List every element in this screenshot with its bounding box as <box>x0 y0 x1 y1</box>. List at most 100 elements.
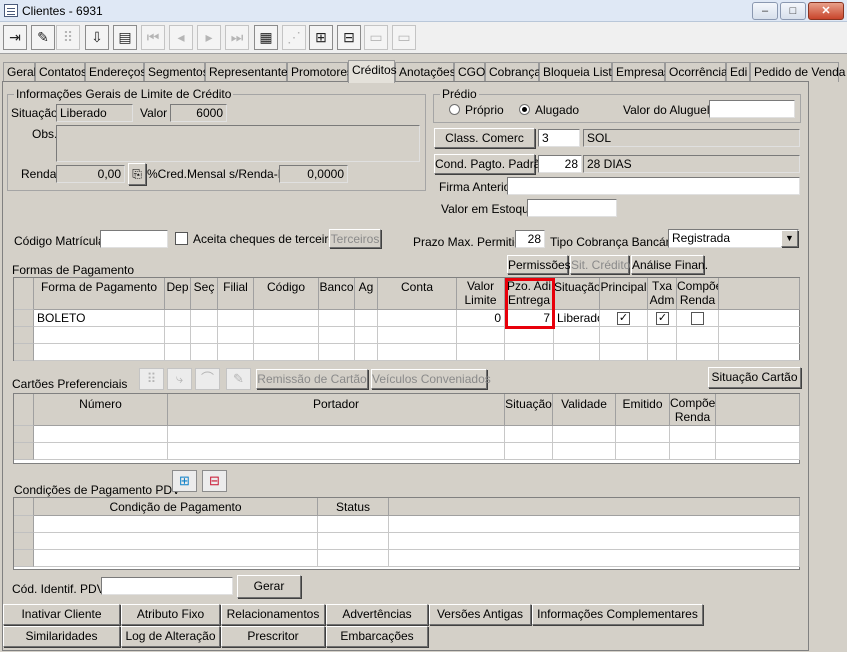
cartao-cell[interactable] <box>670 443 716 460</box>
condicao-cell[interactable] <box>389 550 800 567</box>
col-header-11[interactable]: Principal <box>600 278 648 310</box>
proprio-radio[interactable] <box>449 104 460 115</box>
cartao-col-header-1[interactable]: Portador <box>168 394 505 426</box>
matricula-input[interactable] <box>100 230 168 248</box>
cartao-cell[interactable] <box>716 443 800 460</box>
tab-edi[interactable]: Edi <box>726 62 750 82</box>
formas-cell-banco[interactable] <box>319 310 355 327</box>
cartoes-grid[interactable]: Número Portador Situação Validade Emitido Com… <box>13 393 800 464</box>
inativar-cliente-button[interactable]: Inativar Cliente <box>3 604 120 625</box>
col-header-5[interactable]: Banco <box>319 278 355 310</box>
cond-pagto-button[interactable]: Cond. Pagto. Padrão <box>434 154 547 174</box>
cartao-tree-button[interactable]: ⠿ <box>139 368 164 390</box>
condicao-cell[interactable] <box>389 516 800 533</box>
tab-representantes[interactable]: Representantes <box>205 62 294 82</box>
calculate-button[interactable]: ⎘ <box>128 163 146 185</box>
formas-cell-sec[interactable] <box>191 310 218 327</box>
tab-contatos[interactable]: Contatos <box>35 62 87 82</box>
formas-cell-valor[interactable]: 0 <box>457 310 505 327</box>
condicao-cell[interactable] <box>318 516 389 533</box>
remove-condicao-button[interactable]: ⊟ <box>202 470 227 492</box>
edit-toolbar-button[interactable]: ✎ <box>31 25 55 50</box>
formas-cell-sec[interactable] <box>191 327 218 344</box>
similaridades-button[interactable]: Similaridades <box>3 626 120 647</box>
alugado-radio[interactable] <box>519 104 530 115</box>
condicoes-grid[interactable]: Condição de Pagamento Status <box>13 497 800 570</box>
cartao-col-header-3[interactable]: Validade <box>553 394 616 426</box>
tab-anota-es[interactable]: Anotações <box>395 62 456 82</box>
analise-finan-button[interactable]: Análise Finan. <box>631 255 708 274</box>
prazo-input[interactable]: 28 <box>515 230 545 248</box>
tab-pedido-de-venda[interactable]: Pedido de Venda <box>750 62 845 82</box>
class-comerc-button[interactable]: Class. Comerc <box>434 128 535 148</box>
renda-field[interactable]: 0,00 <box>56 165 125 183</box>
advertencias-button[interactable]: Advertências <box>326 604 428 625</box>
col-header-7[interactable]: Conta <box>378 278 457 310</box>
formas-cell-banco[interactable] <box>319 327 355 344</box>
formas-cell-pzo[interactable] <box>505 327 554 344</box>
condicao-cell[interactable] <box>389 533 800 550</box>
close-button[interactable]: ✕ <box>808 2 844 20</box>
col-header-6[interactable]: Ag <box>355 278 378 310</box>
formas-cell-situacao[interactable] <box>554 344 600 361</box>
last-toolbar-button[interactable]: ⏭ <box>225 25 249 50</box>
formas-cell-dep[interactable] <box>165 310 191 327</box>
veiculos-button[interactable]: Veículos Conveniados <box>371 369 491 389</box>
cartao-link-button[interactable]: ⤷ <box>167 368 192 390</box>
table-toolbar-button[interactable]: ▭ <box>364 25 388 50</box>
cobranca-dropdown[interactable]: ▼ <box>781 230 798 247</box>
tab-cobran-a[interactable]: Cobrança <box>485 62 541 82</box>
col-header-4[interactable]: Código <box>254 278 319 310</box>
cartao-cell[interactable] <box>168 426 505 443</box>
permissoes-button[interactable]: Permissões <box>507 255 571 274</box>
remissao-button[interactable]: Remissão de Cartão <box>256 369 368 389</box>
tree-toolbar-button[interactable]: ⠿ <box>56 25 80 50</box>
grid-toolbar-button[interactable]: ▦ <box>254 25 278 50</box>
prev-toolbar-button[interactable]: ◂ <box>169 25 193 50</box>
formas-cell-principal[interactable]: ✓ <box>600 310 648 327</box>
cartao-edit-button[interactable]: ✎ <box>226 368 251 390</box>
condicao-col-header-1[interactable]: Status <box>318 498 389 516</box>
download-toolbar-button[interactable]: ⇩ <box>85 25 109 50</box>
formas-cell-txa[interactable] <box>648 327 677 344</box>
cartao-curve-button[interactable]: ⌒ <box>195 368 220 390</box>
formas-cell-situacao[interactable] <box>554 327 600 344</box>
sit-credito-button[interactable]: Sit. Crédito <box>570 255 630 274</box>
firma-input[interactable] <box>507 177 800 195</box>
cartao-cell[interactable] <box>34 443 168 460</box>
tab-promotores[interactable]: Promotores <box>287 62 353 82</box>
add-condicao-button[interactable]: ⊞ <box>172 470 197 492</box>
formas-cell-txa[interactable] <box>648 344 677 361</box>
formas-cell-ag[interactable] <box>355 310 378 327</box>
condicao-cell[interactable] <box>318 550 389 567</box>
formas-cell-ag[interactable] <box>355 344 378 361</box>
tab-cr-ditos[interactable]: Créditos <box>348 60 397 83</box>
col-header-1[interactable]: Dep <box>165 278 191 310</box>
cheques-checkbox[interactable] <box>175 232 188 245</box>
cred-mensal-field[interactable]: 0,0000 <box>279 165 348 183</box>
cartao-cell[interactable] <box>716 426 800 443</box>
tab-segmentos[interactable]: Segmentos <box>144 62 209 82</box>
condicao-cell[interactable] <box>34 516 318 533</box>
cartao-col-header-0[interactable]: Número <box>34 394 168 426</box>
col-header-3[interactable]: Filial <box>218 278 254 310</box>
obs-field[interactable] <box>56 125 420 162</box>
formas-cell-ag[interactable] <box>355 327 378 344</box>
formas-cell-codigo[interactable] <box>254 310 319 327</box>
formas-cell-sec[interactable] <box>191 344 218 361</box>
formas-cell-filial[interactable] <box>218 310 254 327</box>
formas-cell-valor[interactable] <box>457 344 505 361</box>
cartao-col-header-5[interactable]: Compõe Renda <box>670 394 716 426</box>
formas-cell-principal[interactable] <box>600 344 648 361</box>
formas-cell-txa[interactable]: ✓ <box>648 310 677 327</box>
condicao-cell[interactable] <box>318 533 389 550</box>
situacao-cartao-button[interactable]: Situação Cartão <box>708 367 801 388</box>
formas-cell-conta[interactable] <box>378 344 457 361</box>
aluguel-input[interactable] <box>709 100 795 118</box>
cartao-cell[interactable] <box>505 426 553 443</box>
next-toolbar-button[interactable]: ▸ <box>197 25 221 50</box>
formas-cell-conta[interactable] <box>378 327 457 344</box>
chart-toolbar-button[interactable]: ⋰ <box>282 25 306 50</box>
condicao-cell[interactable] <box>34 550 318 567</box>
formas-cell-codigo[interactable] <box>254 327 319 344</box>
